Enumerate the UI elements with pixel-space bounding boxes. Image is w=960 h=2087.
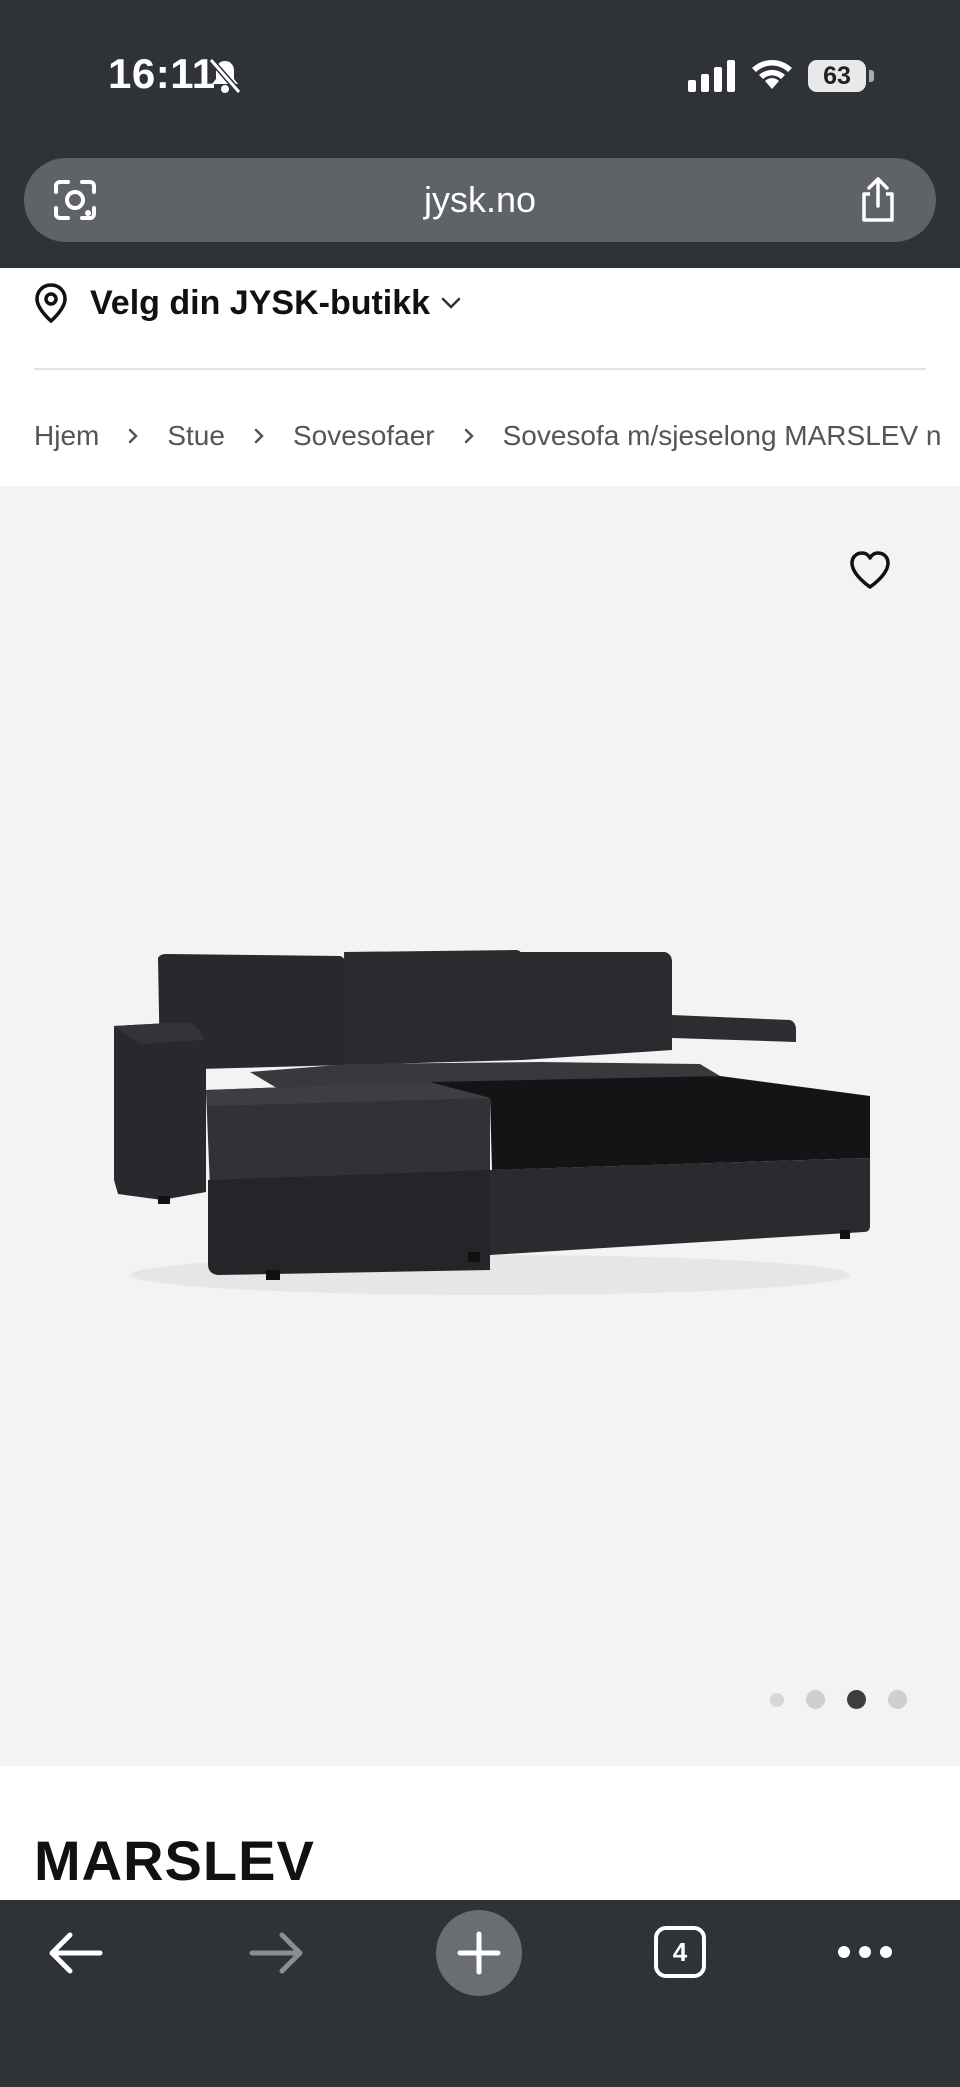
- url-text[interactable]: jysk.no: [24, 158, 936, 242]
- battery-tip: [869, 70, 874, 82]
- share-icon[interactable]: [856, 176, 900, 224]
- location-pin-icon: [35, 283, 67, 324]
- breadcrumb: Hjem Stue Sovesofaer Sovesofa m/sjeselon…: [34, 414, 960, 458]
- plus-icon[interactable]: [456, 1930, 502, 1976]
- gallery-dot-1[interactable]: [770, 1692, 784, 1707]
- breadcrumb-item-current: Sovesofa m/sjeselong MARSLEV n: [502, 420, 942, 451]
- heart-favorite-icon[interactable]: [848, 550, 892, 590]
- status-time: 16:11: [108, 50, 216, 97]
- breadcrumb-item-stue[interactable]: Stue: [167, 420, 225, 452]
- browser-chrome: 16:11 63 jysk.no: [0, 0, 960, 268]
- chevron-right-icon: [253, 427, 265, 445]
- chevron-down-icon: [441, 297, 461, 309]
- gallery-dot-3-active[interactable]: [847, 1690, 866, 1709]
- chevron-right-icon: [127, 427, 139, 445]
- sofa-product-image: [114, 950, 870, 1295]
- gallery-dot-2[interactable]: [806, 1690, 825, 1709]
- wifi-icon: [752, 60, 792, 89]
- product-title: MARSLEV: [34, 1829, 315, 1892]
- tab-switcher-button[interactable]: 4: [654, 1926, 706, 1978]
- divider: [34, 368, 926, 370]
- chevron-right-icon: [463, 427, 475, 445]
- store-selector[interactable]: Velg din JYSK-butikk: [34, 278, 462, 328]
- gallery-pagination[interactable]: [770, 1690, 907, 1709]
- battery-indicator: 63: [808, 60, 866, 92]
- forward-arrow-icon[interactable]: [248, 1930, 306, 1976]
- breadcrumb-item-sovesofaer[interactable]: Sovesofaer: [293, 420, 435, 452]
- cellular-signal-icon: [688, 60, 735, 92]
- back-arrow-icon[interactable]: [46, 1930, 104, 1976]
- breadcrumb-item-home[interactable]: Hjem: [34, 420, 99, 452]
- silent-bell-icon: [208, 58, 242, 94]
- address-bar[interactable]: jysk.no: [24, 158, 936, 242]
- gallery-dot-4[interactable]: [888, 1690, 907, 1709]
- store-selector-label[interactable]: Velg din JYSK-butikk: [90, 284, 430, 323]
- more-menu-icon[interactable]: [836, 1944, 894, 1960]
